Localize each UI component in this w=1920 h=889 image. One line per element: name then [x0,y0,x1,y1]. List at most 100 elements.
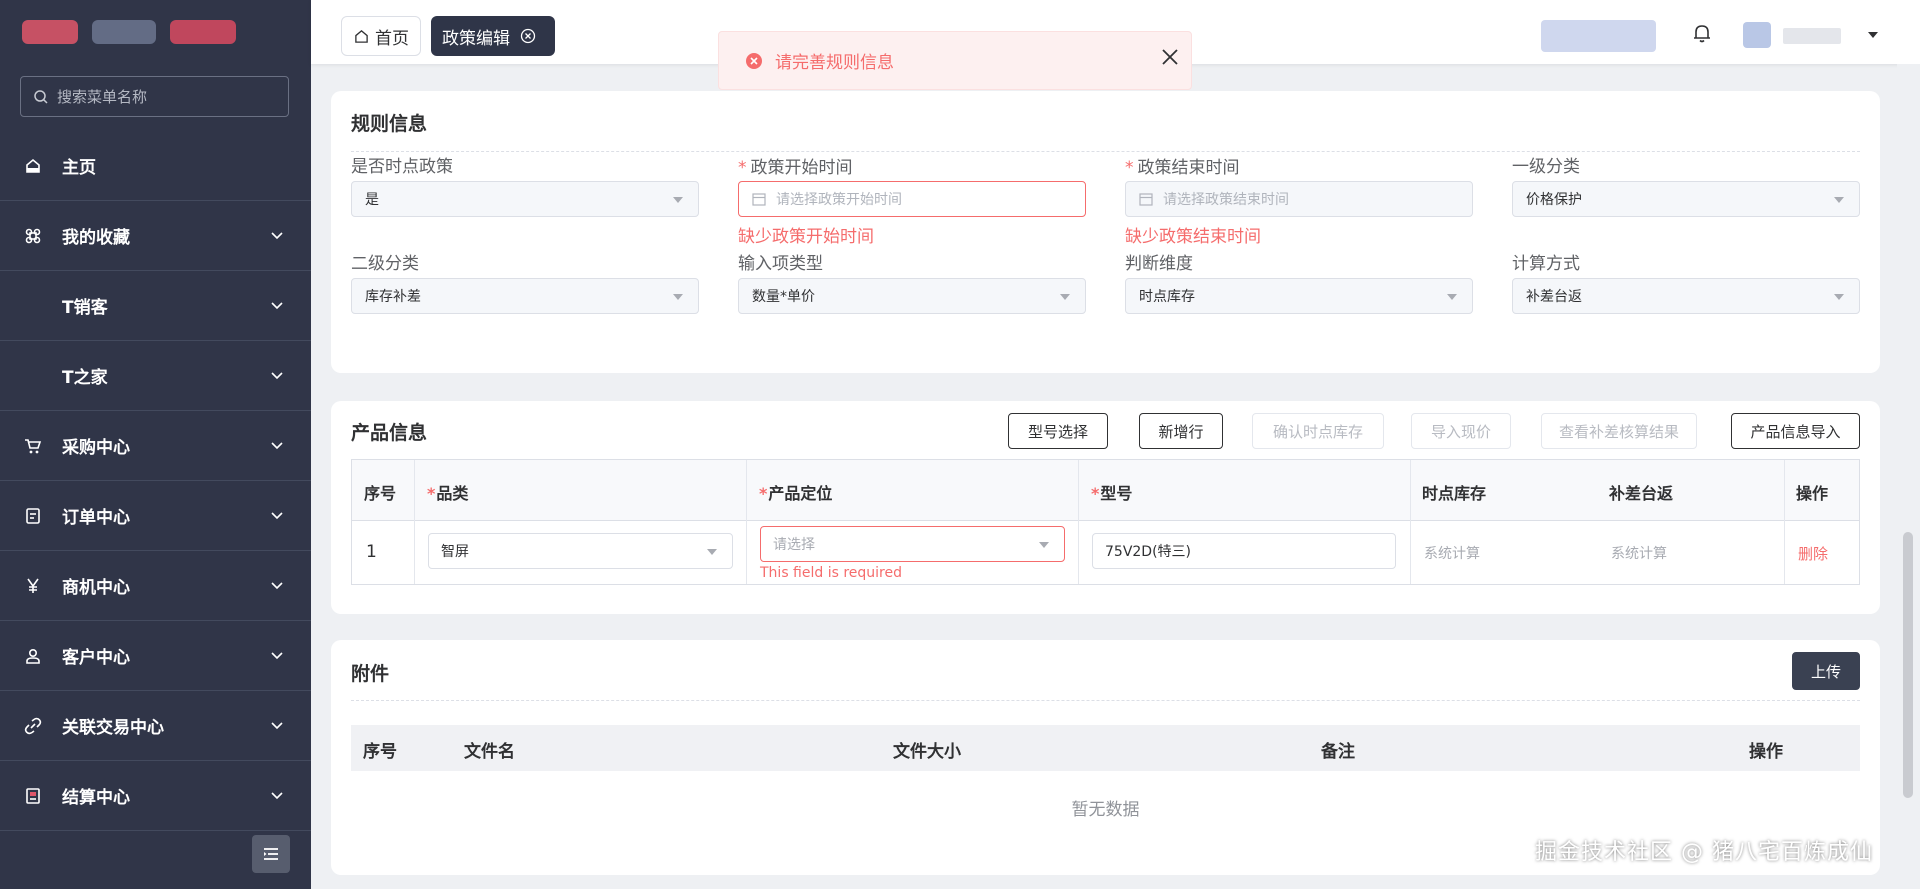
sidebar: 搜索菜单名称 主页 我的收藏 T销客 T之家 采购中心 订单中心 商机中心 客户… [0,0,311,889]
end-time-picker[interactable]: 请选择政策结束时间 [1125,181,1473,217]
sidebar-item-label: T之家 [62,368,108,388]
calendar-icon [1139,192,1153,206]
model-value: 75V2D(特三) [1105,544,1192,560]
input-type-select[interactable]: 数量*单价 [738,278,1086,314]
column-header: *品类 [427,480,468,504]
cart-icon [24,437,54,455]
confirm-stock-button[interactable]: 确认时点库存 [1252,413,1384,449]
required-mark: * [759,484,768,503]
org-badge[interactable] [1541,20,1656,52]
close-circle-icon[interactable] [520,28,536,44]
positioning-placeholder: 请选择 [773,537,815,553]
tab-label: 首页 [375,28,409,49]
sidebar-item-label: 我的收藏 [62,228,130,248]
empty-state: 暂无数据 [1071,800,1140,820]
sidebar-item-favorites[interactable]: 我的收藏 [0,201,311,271]
sidebar-item-customers[interactable]: 客户中心 [0,621,311,691]
tab-policy-edit[interactable]: 政策编辑 [431,16,555,56]
column-header: 文件大小 [893,742,961,762]
calendar-icon [752,192,766,206]
column-divider [1078,460,1079,584]
chevron-down-icon [271,232,283,240]
level2-select[interactable]: 库存补差 [351,278,699,314]
import-price-button[interactable]: 导入现价 [1411,413,1511,449]
field-label-level1: 一级分类 [1512,157,1580,177]
sidebar-menu: 主页 我的收藏 T销客 T之家 采购中心 订单中心 商机中心 客户中心 关联交易… [0,131,311,831]
select-value: 库存补差 [365,289,421,305]
select-value: 时点库存 [1139,289,1195,305]
search-icon [34,89,48,104]
column-divider [746,460,747,584]
sidebar-item-orders[interactable]: 订单中心 [0,481,311,551]
view-result-button[interactable]: 查看补差核算结果 [1541,413,1697,449]
column-label: 型号 [1100,484,1133,503]
sidebar-item-label: 采购中心 [62,438,130,458]
sidebar-item-label: 客户中心 [62,648,130,668]
sidebar-item-purchase[interactable]: 采购中心 [0,411,311,481]
sidebar-item-settlement[interactable]: 结算中心 [0,761,311,831]
products-card: 产品信息 型号选择 新增行 确认时点库存 导入现价 查看补差核算结果 产品信息导… [331,401,1880,614]
caret-down-icon [673,294,683,300]
chevron-down-icon [271,512,283,520]
table-header: 序号 *品类 *产品定位 *型号 时点库存 补差台返 操作 [352,460,1859,521]
logo-mark [92,20,156,44]
column-divider [414,460,415,584]
sidebar-item-label: T销客 [62,298,108,318]
menu-search-placeholder: 搜索菜单名称 [57,88,148,106]
yen-icon [24,577,54,595]
tab-label: 政策编辑 [442,28,510,49]
attachments-title: 附件 [351,663,390,685]
model-select-button[interactable]: 型号选择 [1008,413,1108,449]
brand-logo [0,0,311,64]
sidebar-item-t-sales[interactable]: T销客 [0,271,311,341]
model-input[interactable]: 75V2D(特三) [1092,533,1396,569]
chevron-down-icon [271,722,283,730]
sidebar-item-related-trade[interactable]: 关联交易中心 [0,691,311,761]
delete-link[interactable]: 删除 [1798,543,1828,564]
scrollbar-thumb[interactable] [1903,532,1913,798]
field-label-dimension: 判断维度 [1125,254,1193,274]
level1-select[interactable]: 价格保护 [1512,181,1860,217]
sidebar-item-t-home[interactable]: T之家 [0,341,311,411]
menu-search-input[interactable]: 搜索菜单名称 [20,76,289,117]
column-header: 操作 [1796,484,1829,503]
sidebar-item-label: 关联交易中心 [62,718,164,738]
user-name[interactable] [1783,28,1841,44]
field-label-end-time: * 政策结束时间 [1125,153,1240,178]
chevron-down-icon [271,442,283,450]
sidebar-item-home[interactable]: 主页 [0,131,311,201]
close-icon[interactable] [1159,46,1181,68]
add-row-button[interactable]: 新增行 [1139,413,1223,449]
menu-collapse-icon [264,848,278,860]
tab-home[interactable]: 首页 [341,16,421,56]
sidebar-collapse-button[interactable] [252,835,290,873]
dimension-select[interactable]: 时点库存 [1125,278,1473,314]
caret-down-icon[interactable] [1867,30,1879,40]
label-text: 政策结束时间 [1137,158,1240,178]
positioning-select[interactable]: 请选择 [760,526,1065,562]
attachments-table-header: 序号 文件名 文件大小 备注 操作 [351,725,1860,771]
footer-watermark: 掘金技术社区 @ 猪八宅百炼成仙 [1535,840,1873,865]
calc-method-select[interactable]: 补差台返 [1512,278,1860,314]
column-header: 操作 [1749,742,1783,762]
column-divider [1784,460,1785,584]
column-header: 备注 [1321,742,1355,762]
required-mark: * [427,484,436,503]
bell-icon[interactable] [1691,22,1713,44]
app-root: 搜索菜单名称 主页 我的收藏 T销客 T之家 采购中心 订单中心 商机中心 客户… [0,0,1920,889]
upload-button[interactable]: 上传 [1792,652,1860,690]
avatar[interactable] [1743,22,1771,48]
chevron-down-icon [271,302,283,310]
sidebar-item-opportunities[interactable]: 商机中心 [0,551,311,621]
start-time-picker[interactable]: 请选择政策开始时间 [738,181,1086,217]
category-select[interactable]: 智屏 [428,533,733,569]
field-label-point-policy: 是否时点政策 [351,157,453,177]
column-header: 序号 [364,484,397,503]
chevron-down-icon [271,582,283,590]
column-label: 产品定位 [768,484,833,503]
import-product-button[interactable]: 产品信息导入 [1731,413,1860,449]
rules-card: 规则信息 是否时点政策 是 * 政策开始时间 请选择政策开始时间 缺少政策开始时间… [331,91,1880,373]
point-policy-select[interactable]: 是 [351,181,699,217]
invoice-icon [24,787,54,805]
positioning-error: This field is required [760,565,903,581]
